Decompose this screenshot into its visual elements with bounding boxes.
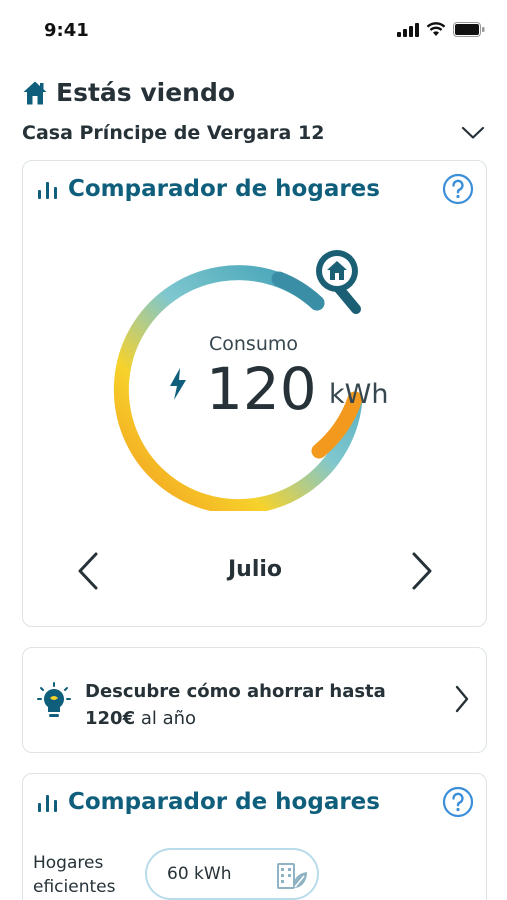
chevron-right-icon bbox=[412, 552, 432, 590]
status-icons bbox=[397, 22, 485, 37]
wifi-icon bbox=[426, 22, 446, 36]
help-icon[interactable] bbox=[442, 786, 474, 818]
comparator-card-2: Comparador de hogares Hogares eficientes… bbox=[22, 773, 487, 900]
home-selector[interactable]: Casa Príncipe de Vergara 12 bbox=[22, 118, 486, 148]
consumption-unit: kWh bbox=[329, 379, 389, 410]
chevron-down-icon[interactable] bbox=[460, 125, 486, 141]
savings-amount: 120€ bbox=[85, 708, 136, 729]
lightbulb-icon bbox=[37, 682, 71, 717]
savings-card[interactable]: Descubre cómo ahorrar hasta 120€ al año bbox=[22, 647, 487, 753]
savings-line1: Descubre cómo ahorrar hasta bbox=[85, 681, 386, 702]
consumption-value: 120 bbox=[206, 355, 317, 423]
signal-icon bbox=[397, 22, 419, 37]
comparator-2-header: Comparador de hogares bbox=[37, 786, 474, 818]
battery-icon bbox=[453, 22, 485, 37]
savings-text: Descubre cómo ahorrar hasta 120€ al año bbox=[85, 678, 425, 732]
bar-chart-icon bbox=[38, 182, 57, 199]
efficient-homes-label: Hogares eficientes bbox=[33, 853, 116, 897]
month-label: Julio bbox=[227, 557, 283, 582]
chevron-left-icon bbox=[78, 552, 98, 590]
lightning-icon bbox=[170, 368, 186, 400]
efficient-homes-pill: 60 kWh bbox=[145, 848, 319, 900]
chevron-right-icon bbox=[455, 685, 469, 713]
help-icon[interactable] bbox=[442, 173, 474, 205]
comparator-title: Comparador de hogares bbox=[68, 176, 380, 202]
efficient-homes-value: 60 kWh bbox=[167, 864, 232, 884]
savings-suffix: al año bbox=[135, 708, 197, 729]
comparator-header: Comparador de hogares bbox=[37, 173, 474, 205]
comparator-card: Comparador de hogares Consumo 120 kWh Ju… bbox=[22, 160, 487, 627]
comparator-2-title: Comparador de hogares bbox=[68, 789, 380, 815]
home-selector-label: Casa Príncipe de Vergara 12 bbox=[22, 122, 325, 144]
viewing-title: Estás viendo bbox=[56, 78, 236, 107]
home-icon bbox=[23, 81, 47, 104]
eco-building-icon bbox=[277, 863, 307, 889]
status-time: 9:41 bbox=[44, 20, 89, 41]
next-month-button[interactable] bbox=[405, 547, 439, 595]
previous-month-button[interactable] bbox=[71, 547, 105, 595]
viewing-header: Estás viendo bbox=[22, 78, 235, 107]
consumption-label: Consumo bbox=[209, 333, 299, 355]
bar-chart-icon bbox=[38, 795, 57, 812]
status-bar: 9:41 bbox=[0, 0, 507, 60]
